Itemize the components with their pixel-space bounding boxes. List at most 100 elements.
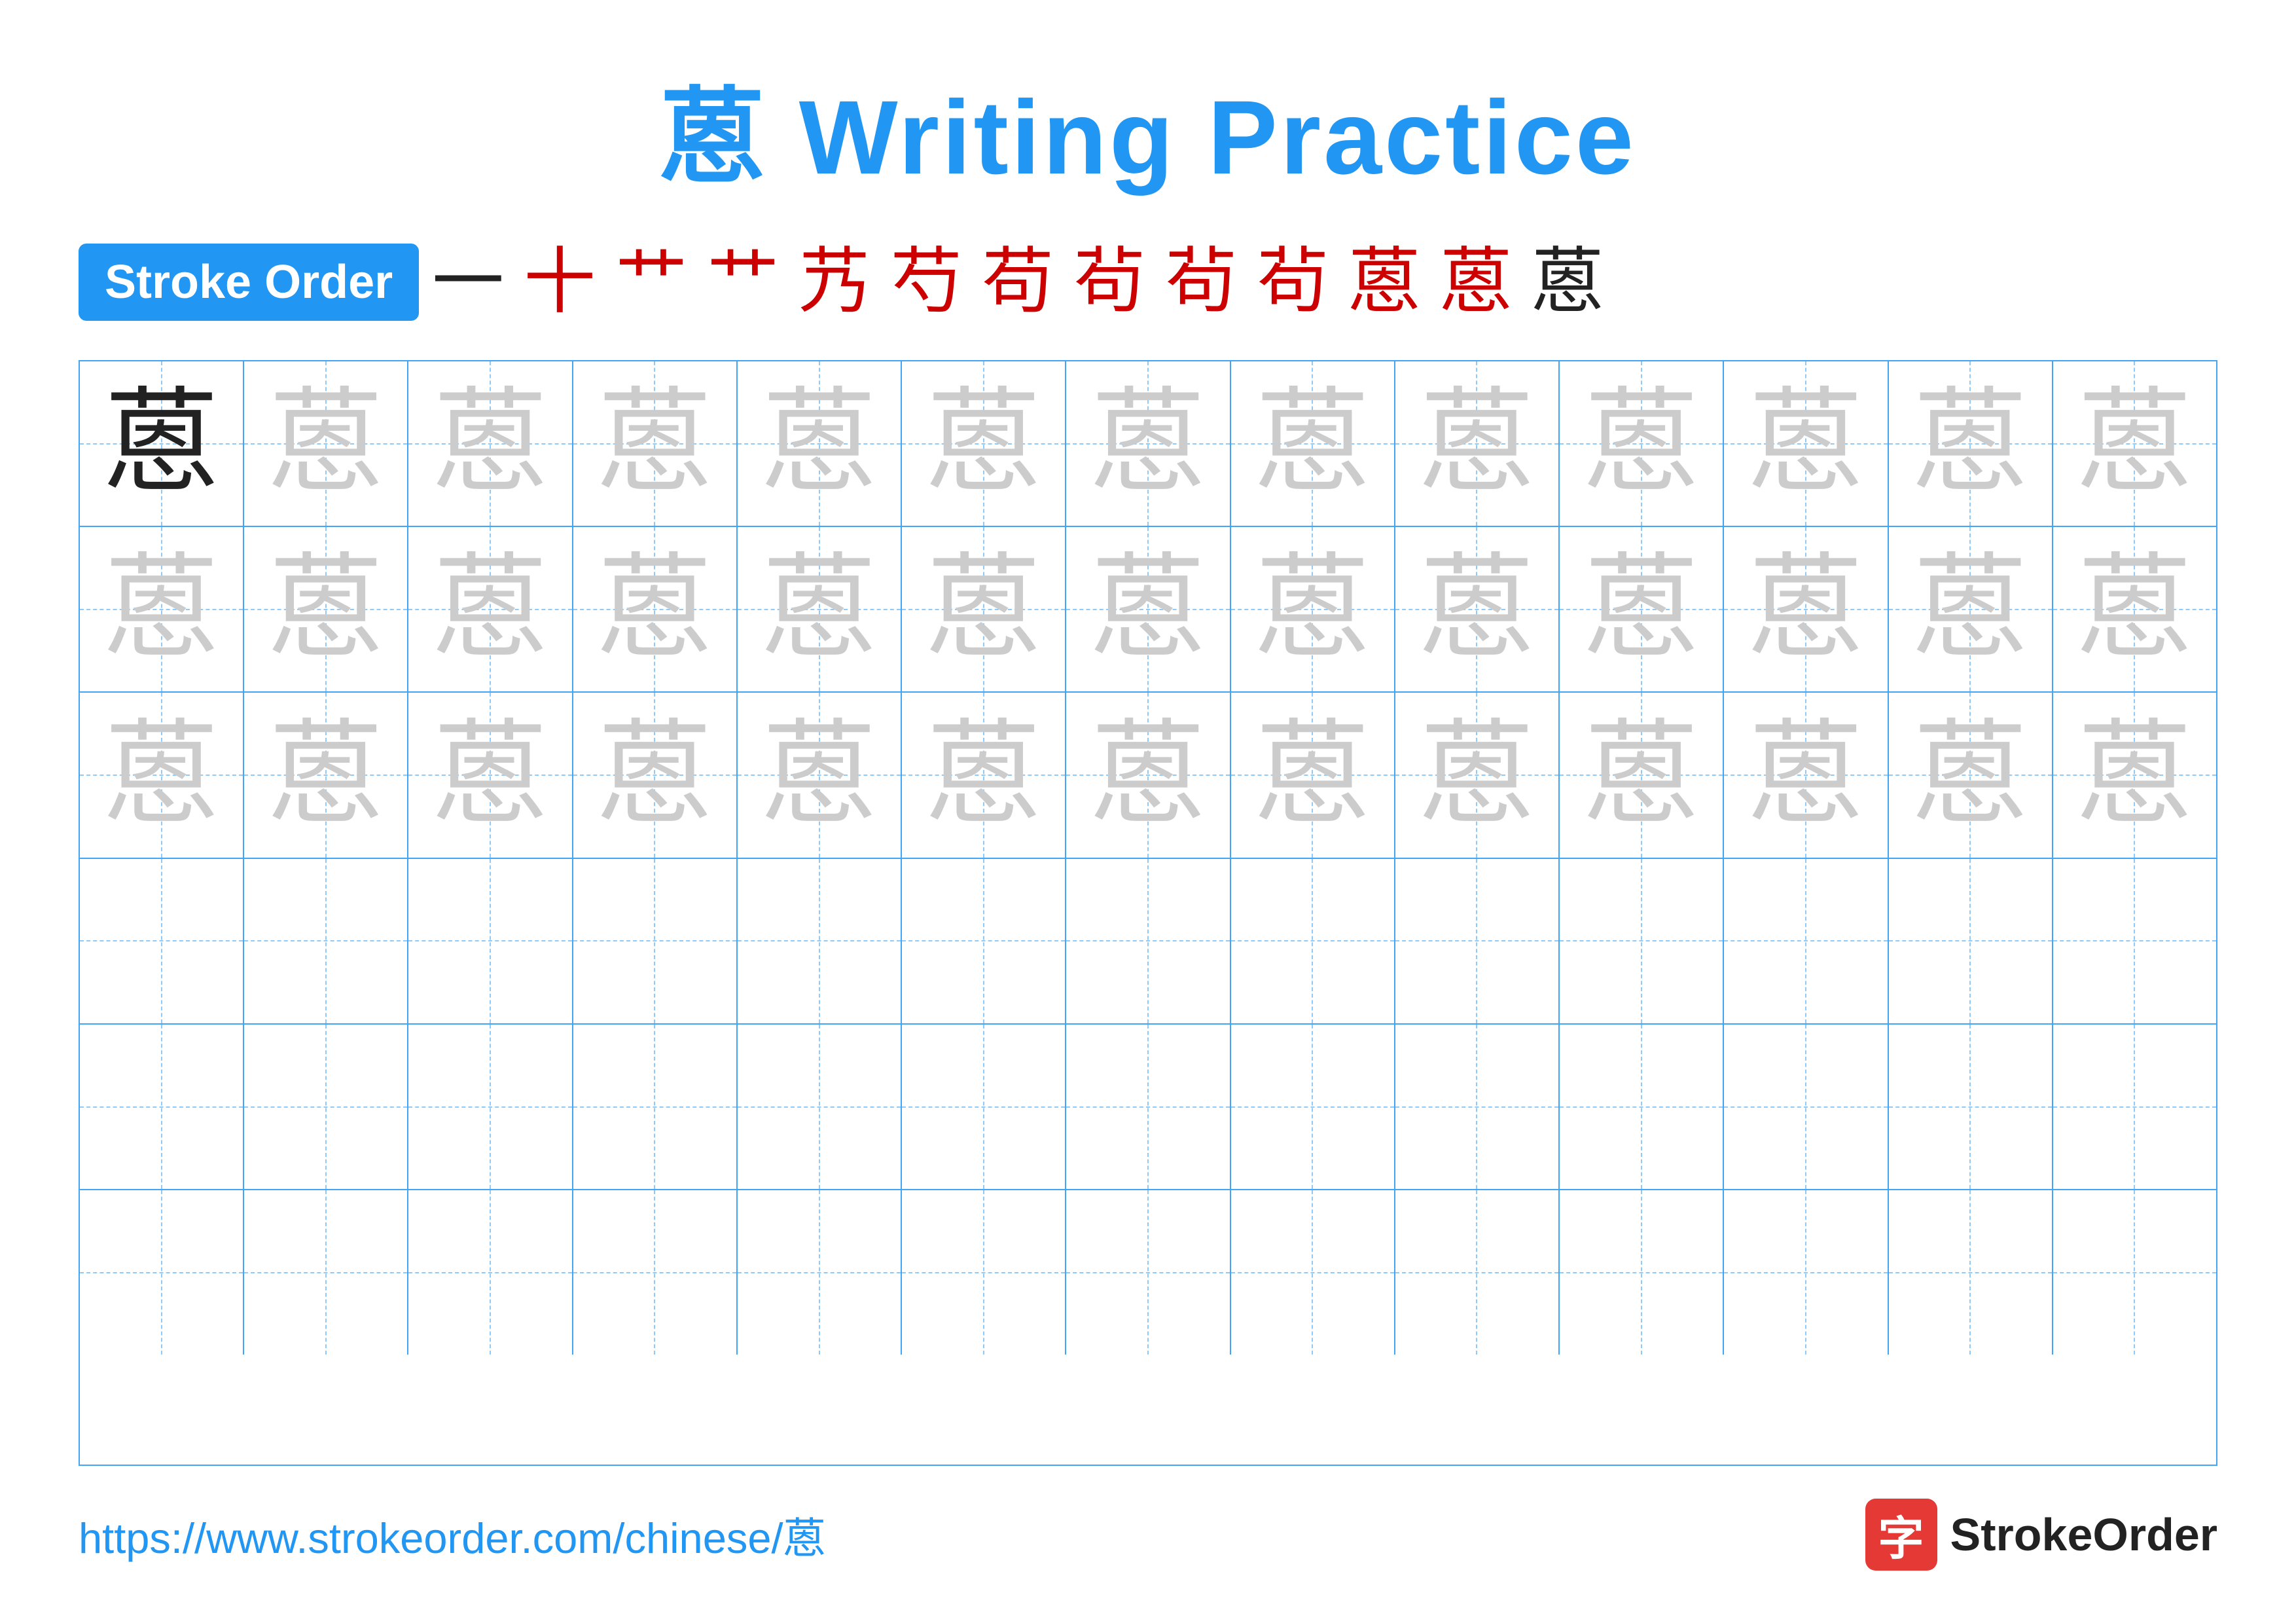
grid-cell[interactable] — [902, 1190, 1066, 1355]
grid-cell[interactable] — [1560, 1025, 1724, 1189]
grid-cell[interactable] — [244, 859, 408, 1023]
grid-cell[interactable] — [1889, 1190, 2053, 1355]
grid-cell[interactable] — [573, 1025, 738, 1189]
page-title: 蒽 Writing Practice — [660, 52, 1636, 204]
grid-cell[interactable]: 蒽 — [80, 693, 244, 857]
grid-cell[interactable]: 蒽 — [1395, 361, 1560, 526]
grid-cell[interactable]: 蒽 — [1066, 527, 1230, 691]
stroke-sequence: 一 十 艹 艹 艿 芍 苟 茍 茍 茍 蒽 蒽 蒽 — [432, 246, 1604, 318]
grid-cell[interactable] — [738, 1190, 902, 1355]
grid-cell[interactable] — [1889, 859, 2053, 1023]
grid-cell[interactable] — [244, 1190, 408, 1355]
grid-cell[interactable]: 蒽 — [738, 527, 902, 691]
logo-char: 字 — [1878, 1502, 1924, 1568]
grid-cell[interactable] — [1560, 1190, 1724, 1355]
stroke-11: 蒽 — [1348, 246, 1420, 318]
grid-cell[interactable]: 蒽 — [1066, 361, 1230, 526]
grid-cell[interactable]: 蒽 — [244, 693, 408, 857]
grid-cell[interactable]: 蒽 — [738, 361, 902, 526]
grid-cell[interactable] — [738, 859, 902, 1023]
grid-cell[interactable]: 蒽 — [1066, 693, 1230, 857]
grid-cell[interactable] — [902, 859, 1066, 1023]
grid-cell[interactable] — [1724, 859, 1888, 1023]
grid-cell[interactable] — [738, 1025, 902, 1189]
grid-cell[interactable]: 蒽 — [1231, 361, 1395, 526]
stroke-6: 芍 — [890, 246, 962, 318]
grid-cell[interactable]: 蒽 — [1560, 527, 1724, 691]
grid-cell[interactable]: 蒽 — [573, 527, 738, 691]
stroke-3: 艹 — [615, 246, 687, 318]
grid-cell[interactable] — [1066, 1190, 1230, 1355]
grid-cell[interactable]: 蒽 — [408, 361, 573, 526]
grid-cell[interactable]: 蒽 — [573, 693, 738, 857]
grid-cell[interactable]: 蒽 — [244, 361, 408, 526]
stroke-order-row: Stroke Order 一 十 艹 艹 艿 芍 苟 茍 茍 茍 蒽 蒽 蒽 — [79, 244, 2217, 321]
grid-cell[interactable] — [408, 859, 573, 1023]
footer-logo: 字 StrokeOrder — [1865, 1499, 2217, 1571]
grid-cell[interactable] — [1231, 1025, 1395, 1189]
grid-cell[interactable]: 蒽 — [1889, 693, 2053, 857]
logo-text: StrokeOrder — [1950, 1508, 2217, 1561]
grid-cell[interactable]: 蒽 — [738, 693, 902, 857]
grid-cell[interactable] — [1724, 1025, 1888, 1189]
grid-cell[interactable] — [1724, 1190, 1888, 1355]
grid-cell[interactable] — [2053, 1025, 2216, 1189]
grid-cell[interactable]: 蒽 — [408, 693, 573, 857]
grid-cell[interactable] — [2053, 1190, 2216, 1355]
practice-char-dark: 蒽 — [104, 386, 219, 501]
grid-cell[interactable] — [1395, 859, 1560, 1023]
footer-url[interactable]: https://www.strokeorder.com/chinese/蒽 — [79, 1504, 826, 1565]
grid-cell[interactable]: 蒽 — [1889, 361, 2053, 526]
grid-cell[interactable] — [1066, 1025, 1230, 1189]
stroke-4: 艹 — [707, 246, 779, 318]
strokeorder-logo-icon: 字 — [1865, 1499, 1937, 1571]
grid-cell[interactable]: 蒽 — [408, 527, 573, 691]
grid-cell[interactable] — [573, 859, 738, 1023]
grid-cell[interactable]: 蒽 — [1724, 527, 1888, 691]
grid-cell[interactable] — [1231, 859, 1395, 1023]
grid-cell[interactable]: 蒽 — [1560, 361, 1724, 526]
grid-cell[interactable]: 蒽 — [1724, 361, 1888, 526]
grid-cell[interactable] — [902, 1025, 1066, 1189]
grid-cell[interactable] — [80, 1190, 244, 1355]
stroke-12: 蒽 — [1440, 246, 1512, 318]
grid-cell[interactable]: 蒽 — [2053, 527, 2216, 691]
grid-cell[interactable]: 蒽 — [1724, 693, 1888, 857]
grid-cell[interactable]: 蒽 — [80, 361, 244, 526]
grid-cell[interactable] — [408, 1190, 573, 1355]
grid-cell[interactable]: 蒽 — [80, 527, 244, 691]
grid-cell[interactable] — [573, 1190, 738, 1355]
grid-row-4 — [80, 859, 2216, 1025]
grid-cell[interactable]: 蒽 — [1889, 527, 2053, 691]
grid-cell[interactable] — [1395, 1025, 1560, 1189]
stroke-9: 茍 — [1165, 246, 1237, 318]
grid-cell[interactable] — [1231, 1190, 1395, 1355]
grid-cell[interactable]: 蒽 — [902, 361, 1066, 526]
grid-cell[interactable]: 蒽 — [2053, 693, 2216, 857]
grid-cell[interactable]: 蒽 — [1560, 693, 1724, 857]
grid-cell[interactable] — [408, 1025, 573, 1189]
grid-cell[interactable]: 蒽 — [244, 527, 408, 691]
grid-cell[interactable] — [1066, 859, 1230, 1023]
grid-cell[interactable]: 蒽 — [1395, 693, 1560, 857]
grid-cell[interactable] — [2053, 859, 2216, 1023]
stroke-2: 十 — [524, 246, 596, 318]
grid-cell[interactable]: 蒽 — [902, 693, 1066, 857]
grid-cell[interactable]: 蒽 — [573, 361, 738, 526]
grid-cell[interactable] — [1395, 1190, 1560, 1355]
grid-cell[interactable] — [1560, 859, 1724, 1023]
grid-row-6 — [80, 1190, 2216, 1355]
grid-cell[interactable]: 蒽 — [902, 527, 1066, 691]
practice-char-light: 蒽 — [268, 386, 383, 501]
grid-row-5 — [80, 1025, 2216, 1190]
grid-cell[interactable]: 蒽 — [1231, 527, 1395, 691]
grid-cell[interactable] — [244, 1025, 408, 1189]
grid-cell[interactable] — [1889, 1025, 2053, 1189]
grid-cell[interactable] — [80, 859, 244, 1023]
grid-cell[interactable]: 蒽 — [1231, 693, 1395, 857]
grid-cell[interactable] — [80, 1025, 244, 1189]
grid-row-1: 蒽 蒽 蒽 蒽 蒽 蒽 蒽 蒽 蒽 蒽 蒽 蒽 蒽 — [80, 361, 2216, 527]
stroke-13: 蒽 — [1532, 246, 1604, 318]
grid-cell[interactable]: 蒽 — [1395, 527, 1560, 691]
grid-cell[interactable]: 蒽 — [2053, 361, 2216, 526]
